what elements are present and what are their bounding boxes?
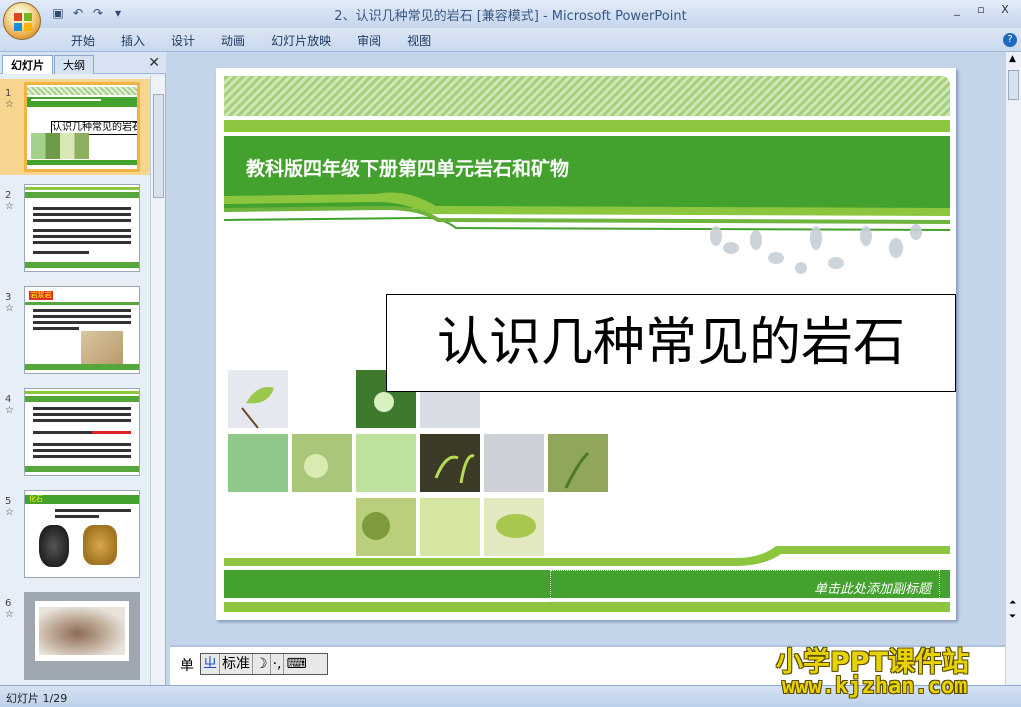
slide-number: 3 ☆ <box>5 292 14 314</box>
slide-thumbnail-2[interactable] <box>24 184 140 272</box>
slide-title-box[interactable]: 认识几种常见的岩石 <box>386 294 956 392</box>
tab-slideshow[interactable]: 幻灯片放映 <box>258 32 344 49</box>
slide-edit-area: 教科版四年级下册第四单元岩石和矿物 认识几种常见的岩石 单击此处添加副标题 <box>170 52 1005 642</box>
slide-thumbnail-6[interactable] <box>24 592 140 680</box>
ime-toolbar[interactable]: ㄓ 标准 ☽ ·, ⌨ <box>200 653 328 675</box>
tab-home[interactable]: 开始 <box>58 32 108 49</box>
slide-scrollbar[interactable]: ▲ ⏶ ⏷ <box>1005 52 1021 685</box>
work-area: 幻灯片 大纲 ✕ 1 ☆ 认识几种常见的岩石 2 ☆ 3 ☆ 岩浆岩 4 ☆ 5… <box>0 52 1021 685</box>
window-controls: _ ▫ X <box>947 2 1015 18</box>
subtitle-placeholder[interactable]: 单击此处添加副标题 <box>550 570 940 602</box>
slide-counter: 幻灯片 1/29 <box>6 692 68 705</box>
next-slide-icon[interactable]: ⏷ <box>1009 612 1016 622</box>
slide-thumbnail-3[interactable]: 岩浆岩 <box>24 286 140 374</box>
office-logo-icon <box>14 13 32 31</box>
tab-outline[interactable]: 大纲 <box>54 55 94 74</box>
halfwidth-moon-icon[interactable]: ☽ <box>253 654 271 674</box>
slide-thumbnail-1[interactable]: 认识几种常见的岩石 <box>24 82 140 172</box>
slide-banner-text[interactable]: 教科版四年级下册第四单元岩石和矿物 <box>246 154 569 181</box>
thumbnail-scrollbar[interactable] <box>150 76 165 685</box>
tab-animations[interactable]: 动画 <box>208 32 258 49</box>
notes-text[interactable]: 单 <box>180 655 194 675</box>
slide-number: 6 ☆ <box>5 598 14 620</box>
slide-number: 5 ☆ <box>5 496 14 518</box>
slides-pane: 幻灯片 大纲 ✕ 1 ☆ 认识几种常见的岩石 2 ☆ 3 ☆ 岩浆岩 4 ☆ 5… <box>0 52 166 685</box>
title-bar: ▣ ↶ ↷ ▾ 2、认识几种常见的岩石 [兼容模式] - Microsoft P… <box>0 0 1021 28</box>
close-pane-icon[interactable]: ✕ <box>148 55 160 71</box>
scroll-thumb[interactable] <box>1008 70 1019 100</box>
watermark-url: www.kjzhan.com <box>782 674 968 699</box>
tab-view[interactable]: 视图 <box>394 32 444 49</box>
maximize-button[interactable]: ▫ <box>971 2 991 18</box>
ime-mode[interactable]: 标准 <box>220 654 253 674</box>
prev-slide-icon[interactable]: ⏶ <box>1009 598 1016 608</box>
slide-number: 2 ☆ <box>5 190 14 212</box>
tab-insert[interactable]: 插入 <box>108 32 158 49</box>
scroll-up-icon[interactable]: ▲ <box>1009 54 1016 64</box>
ribbon: 开始 插入 设计 动画 幻灯片放映 审阅 视图 ? <box>0 28 1021 52</box>
thumb-heading: 化石 <box>29 495 43 503</box>
close-window-button[interactable]: X <box>995 2 1015 18</box>
slide-number: 4 ☆ <box>5 394 14 416</box>
thumbnail-list: 1 ☆ 认识几种常见的岩石 2 ☆ 3 ☆ 岩浆岩 4 ☆ 5 ☆ 化石 6 ☆ <box>0 76 150 685</box>
slide-number: 1 ☆ <box>5 88 14 110</box>
ime-logo-icon[interactable]: ㄓ <box>201 654 220 674</box>
slide-canvas[interactable]: 教科版四年级下册第四单元岩石和矿物 认识几种常见的岩石 单击此处添加副标题 <box>216 68 956 620</box>
help-icon[interactable]: ? <box>1003 33 1017 47</box>
tab-slides[interactable]: 幻灯片 <box>2 55 53 74</box>
tab-review[interactable]: 审阅 <box>344 32 394 49</box>
soft-keyboard-icon[interactable]: ⌨ <box>284 654 308 674</box>
pane-tabs: 幻灯片 大纲 ✕ <box>0 52 166 74</box>
slide-thumbnail-4[interactable] <box>24 388 140 476</box>
office-button[interactable] <box>3 2 41 40</box>
slide-thumbnail-5[interactable]: 化石 <box>24 490 140 578</box>
ribbon-tabs: 开始 插入 设计 动画 幻灯片放映 审阅 视图 <box>58 32 444 49</box>
scroll-thumb[interactable] <box>153 94 164 198</box>
tab-design[interactable]: 设计 <box>158 32 208 49</box>
minimize-button[interactable]: _ <box>947 2 967 18</box>
punctuation-icon[interactable]: ·, <box>271 654 285 674</box>
thumb-heading: 岩浆岩 <box>29 291 53 300</box>
window-title: 2、认识几种常见的岩石 [兼容模式] - Microsoft PowerPoin… <box>334 9 687 24</box>
